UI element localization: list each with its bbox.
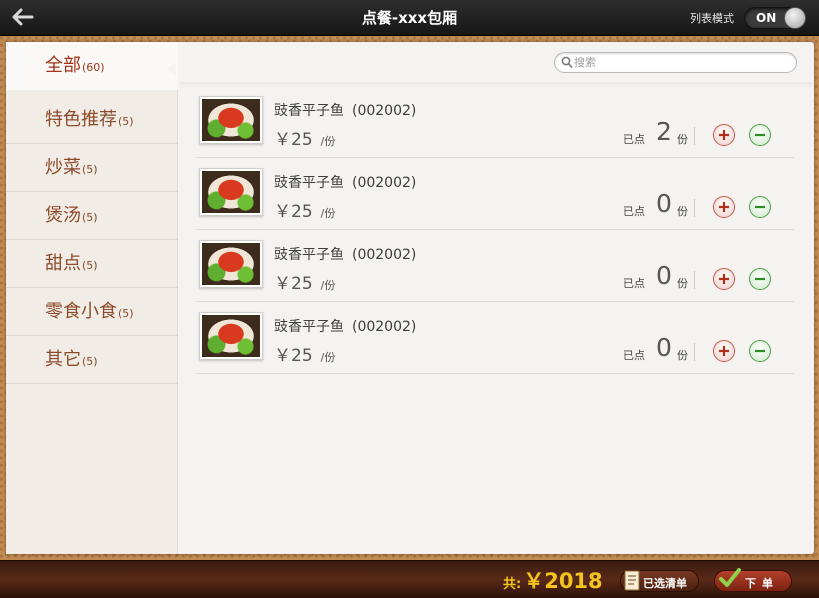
dish-row: 豉香平子鱼 (002002) ￥25/份 已点 0 份	[196, 302, 794, 374]
dish-row: 豉香平子鱼 (002002) ￥25/份 已点 0 份	[196, 158, 794, 230]
ordered-label: 已点	[623, 205, 645, 218]
dish-name: 豉香平子鱼 (002002)	[274, 247, 417, 263]
row-divider	[694, 343, 695, 361]
place-order-button[interactable]: 下单	[714, 568, 792, 592]
category-name: 零食小食	[45, 301, 117, 322]
minus-icon	[755, 133, 765, 137]
category-count: (5)	[82, 163, 98, 176]
check-icon	[719, 568, 741, 587]
category-featured[interactable]: 特色推荐(5)	[6, 96, 178, 144]
ordered-label: 已点	[623, 277, 645, 290]
category-soup[interactable]: 煲汤(5)	[6, 192, 178, 240]
dish-price: ￥25/份	[274, 130, 336, 150]
category-name: 其它	[45, 349, 81, 370]
dish-price: ￥25/份	[274, 274, 336, 294]
active-category-pointer	[168, 62, 176, 76]
category-count: (5)	[118, 115, 134, 128]
search-icon	[561, 56, 573, 68]
dish-row: 豉香平子鱼 (002002) ￥25/份 已点 0 份	[196, 230, 794, 302]
dish-row: 豉香平子鱼 (002002) ￥25/份 已点 2 份	[196, 86, 794, 158]
dish-name: 豉香平子鱼 (002002)	[274, 103, 417, 119]
dish-code: (002002)	[352, 319, 417, 335]
quantity-unit: 份	[677, 277, 688, 290]
plus-icon	[719, 346, 729, 356]
dish-code: (002002)	[352, 247, 417, 263]
dish-name: 豉香平子鱼 (002002)	[274, 319, 417, 335]
selected-list-button[interactable]: 已选清单	[620, 570, 699, 592]
category-count: (5)	[82, 211, 98, 224]
dish-image[interactable]	[199, 240, 263, 288]
selected-list-label: 已选清单	[643, 577, 687, 590]
quantity-unit: 份	[677, 349, 688, 362]
ordered-label: 已点	[623, 349, 645, 362]
category-other[interactable]: 其它(5)	[6, 336, 178, 384]
increase-button[interactable]	[713, 268, 735, 290]
dish-image[interactable]	[199, 168, 263, 216]
toggle-knob-icon	[784, 7, 806, 29]
ordered-quantity: 0	[656, 261, 672, 290]
plus-icon	[719, 130, 729, 140]
category-snacks[interactable]: 零食小食(5)	[6, 288, 178, 336]
place-order-label: 下单	[745, 577, 779, 590]
dish-name: 豉香平子鱼 (002002)	[274, 175, 417, 191]
decrease-button[interactable]	[749, 268, 771, 290]
search-box	[554, 52, 797, 73]
dish-image[interactable]	[199, 312, 263, 360]
quantity-unit: 份	[677, 133, 688, 146]
ordered-quantity: 0	[656, 189, 672, 218]
toggle-state-text: ON	[756, 11, 777, 25]
category-dessert[interactable]: 甜点(5)	[6, 240, 178, 288]
top-bar: 点餐-xxx包厢 列表模式 ON	[0, 0, 819, 36]
category-name: 煲汤	[45, 205, 81, 226]
ordered-quantity: 0	[656, 333, 672, 362]
price-unit: /份	[320, 351, 336, 364]
price-unit: /份	[320, 207, 336, 220]
minus-icon	[755, 205, 765, 209]
price-unit: /份	[320, 279, 336, 292]
row-divider	[694, 127, 695, 145]
category-count: (60)	[82, 61, 105, 74]
category-count: (5)	[118, 307, 134, 320]
category-sidebar: 全部(60) 特色推荐(5) 炒菜(5) 煲汤(5) 甜点(5) 零食小食(5)…	[6, 42, 178, 554]
increase-button[interactable]	[713, 124, 735, 146]
list-icon	[624, 570, 640, 591]
row-divider	[694, 199, 695, 217]
category-count: (5)	[82, 355, 98, 368]
minus-icon	[755, 277, 765, 281]
order-total: 共:￥2018	[503, 565, 603, 595]
search-input[interactable]	[574, 54, 784, 71]
decrease-button[interactable]	[749, 196, 771, 218]
increase-button[interactable]	[713, 340, 735, 362]
dish-image[interactable]	[199, 96, 263, 144]
row-divider	[694, 271, 695, 289]
minus-icon	[755, 349, 765, 353]
back-button[interactable]	[10, 5, 36, 29]
back-arrow-icon	[12, 8, 34, 26]
ordered-label: 已点	[623, 133, 645, 146]
dish-price: ￥25/份	[274, 202, 336, 222]
category-name: 全部	[45, 55, 81, 76]
ordered-quantity: 2	[656, 117, 672, 146]
category-all[interactable]: 全部(60)	[6, 42, 178, 90]
increase-button[interactable]	[713, 196, 735, 218]
category-stir-fry[interactable]: 炒菜(5)	[6, 144, 178, 192]
decrease-button[interactable]	[749, 124, 771, 146]
dish-code: (002002)	[352, 175, 417, 191]
total-label: 共:	[503, 577, 522, 592]
total-value: ￥2018	[523, 569, 603, 593]
price-unit: /份	[320, 135, 336, 148]
decrease-button[interactable]	[749, 340, 771, 362]
plus-icon	[719, 274, 729, 284]
category-name: 特色推荐	[45, 109, 117, 130]
category-name: 甜点	[45, 253, 81, 274]
dish-code: (002002)	[352, 103, 417, 119]
dish-price: ￥25/份	[274, 346, 336, 366]
bottom-bar: 共:￥2018 已选清单 下单	[0, 560, 819, 598]
list-mode-toggle[interactable]: ON	[744, 7, 806, 29]
quantity-unit: 份	[677, 205, 688, 218]
plus-icon	[719, 202, 729, 212]
category-count: (5)	[82, 259, 98, 272]
list-mode-label: 列表模式	[690, 12, 734, 25]
category-name: 炒菜	[45, 157, 81, 178]
